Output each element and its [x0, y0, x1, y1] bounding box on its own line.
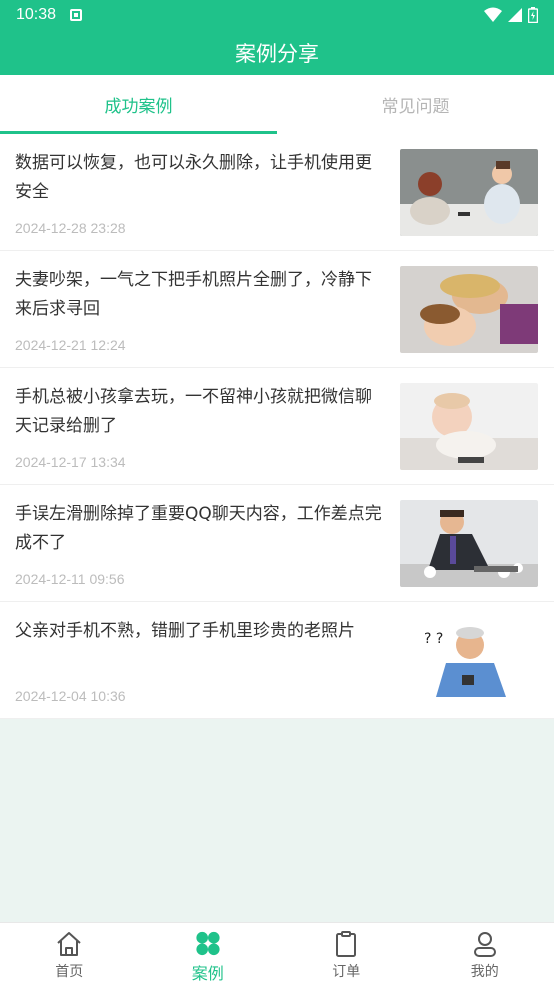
- case-title: 数据可以恢复，也可以永久删除，让手机使用更安全: [15, 153, 372, 202]
- case-item[interactable]: 手机总被小孩拿去玩，一不留神小孩就把微信聊天记录给删了 2024-12-17 1…: [0, 368, 554, 485]
- nav-orders-label: 订单: [332, 964, 361, 980]
- case-thumbnail: [400, 149, 538, 236]
- nav-mine[interactable]: 我的: [416, 923, 554, 984]
- case-thumbnail: [400, 266, 538, 353]
- signal-icon: [508, 8, 522, 22]
- nav-cases-label: 案例: [191, 964, 224, 983]
- case-date: 2024-12-28 23:28: [15, 220, 126, 236]
- case-item[interactable]: 手误左滑删除掉了重要QQ聊天内容，工作差点完成不了 2024-12-11 09:…: [0, 485, 554, 602]
- tab-faq[interactable]: 常见问题: [277, 75, 554, 134]
- case-item[interactable]: 夫妻吵架，一气之下把手机照片全删了，冷静下来后求寻回 2024-12-21 12…: [0, 251, 554, 368]
- tab-success-cases[interactable]: 成功案例: [0, 75, 277, 134]
- bottom-nav: 首页 案例 订单 我的: [0, 922, 554, 984]
- notification-icon: [70, 9, 83, 21]
- case-thumbnail: ? ?: [400, 617, 538, 704]
- case-item[interactable]: 数据可以恢复，也可以永久删除，让手机使用更安全 2024-12-28 23:28: [0, 134, 554, 251]
- nav-cases[interactable]: 案例: [139, 923, 278, 984]
- case-date: 2024-12-21 12:24: [15, 337, 126, 353]
- case-title: 手机总被小孩拿去玩，一不留神小孩就把微信聊天记录给删了: [15, 387, 372, 436]
- status-bar: 10:38: [0, 0, 554, 30]
- case-thumbnail: [400, 500, 538, 587]
- clipboard-icon: [336, 931, 357, 957]
- case-title: 父亲对手机不熟，错删了手机里珍贵的老照片: [15, 621, 355, 641]
- svg-text:? ?: ? ?: [424, 631, 443, 647]
- case-title: 夫妻吵架，一气之下把手机照片全删了，冷静下来后求寻回: [15, 270, 372, 319]
- nav-home[interactable]: 首页: [0, 923, 139, 984]
- nav-home-label: 首页: [55, 964, 84, 980]
- home-icon: [57, 932, 81, 956]
- battery-icon: [528, 7, 538, 23]
- nav-orders[interactable]: 订单: [277, 923, 416, 984]
- status-time: 10:38: [16, 6, 57, 23]
- case-title: 手误左滑删除掉了重要QQ聊天内容，工作差点完成不了: [15, 504, 382, 553]
- case-item[interactable]: 父亲对手机不熟，错删了手机里珍贵的老照片 2024-12-04 10:36 ? …: [0, 602, 554, 719]
- case-list: 数据可以恢复，也可以永久删除，让手机使用更安全 2024-12-28 23:28…: [0, 134, 554, 719]
- grid-icon: [196, 931, 220, 956]
- case-date: 2024-12-04 10:36: [15, 688, 126, 704]
- person-icon: [473, 932, 496, 957]
- page-title: 案例分享: [0, 30, 554, 75]
- case-date: 2024-12-11 09:56: [15, 571, 125, 587]
- case-thumbnail: [400, 383, 538, 470]
- wifi-icon: [484, 7, 502, 22]
- tab-bar: 成功案例 常见问题: [0, 75, 554, 134]
- nav-mine-label: 我的: [470, 964, 499, 980]
- case-date: 2024-12-17 13:34: [15, 454, 126, 470]
